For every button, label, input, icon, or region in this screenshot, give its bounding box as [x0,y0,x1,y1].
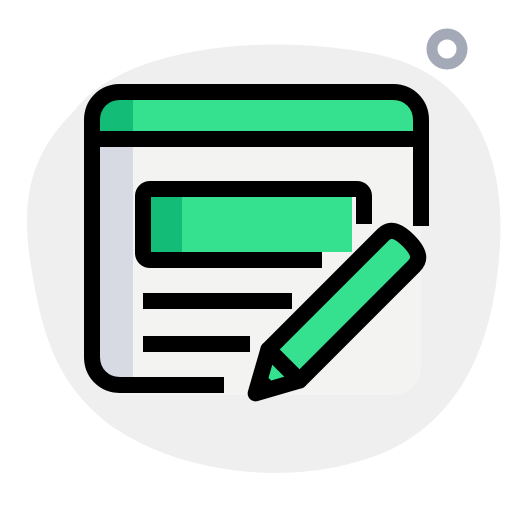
edit-form-illustration [0,0,512,512]
decorative-ring-icon [426,28,468,70]
edit-web-form-icon [27,28,501,473]
input-field-shade [150,196,182,252]
